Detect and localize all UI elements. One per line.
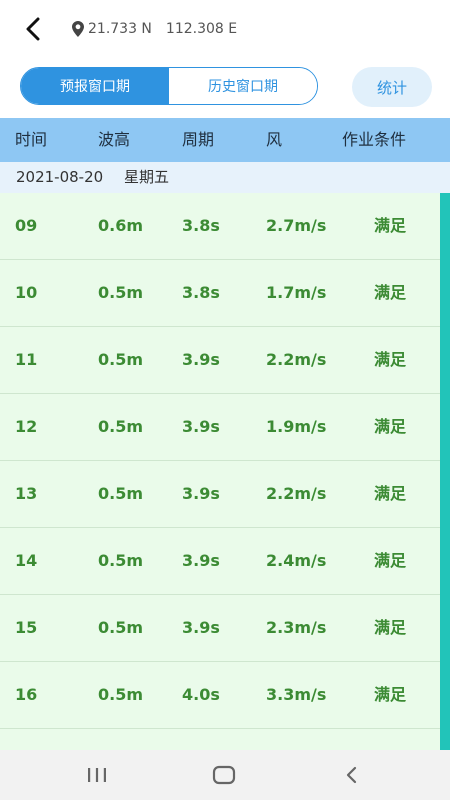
cell-time: 13 [15,484,38,503]
home-icon [212,765,236,785]
nav-back-button[interactable] [336,762,366,788]
location-pin-icon [72,20,86,38]
table-row[interactable]: 14 0.5m 3.9s 2.4m/s 满足 [0,528,440,595]
table-row[interactable]: 15 0.5m 3.9s 2.3m/s 满足 [0,595,440,662]
header-period: 周期 [182,130,215,149]
cell-wind: 3.3m/s [266,685,327,704]
cell-wave-height: 0.5m [98,417,144,436]
cell-period: 3.9s [182,484,220,503]
cell-condition: 满足 [374,417,407,436]
longitude-text: 112.308 E [165,21,238,37]
cell-wave-height: 0.5m [98,350,144,369]
cell-wave-height: 0.5m [98,685,144,704]
location-display: 21.733 N 112.308 E [72,18,237,40]
cell-time: 14 [15,551,38,570]
cell-time: 16 [15,685,38,704]
home-button[interactable] [209,762,239,788]
cell-wave-height: 0.5m [98,618,144,637]
cell-condition: 满足 [374,283,407,302]
cell-wind: 2.4m/s [266,551,327,570]
tab-history-window[interactable]: 历史窗口期 [169,68,317,104]
cell-wave-height: 0.5m [98,551,144,570]
back-button[interactable] [18,14,48,44]
header-wave-height: 波高 [98,130,131,149]
cell-wave-height: 0.5m [98,283,144,302]
cell-wind: 1.7m/s [266,283,327,302]
table-row[interactable]: 10 0.5m 3.8s 1.7m/s 满足 [0,260,440,327]
statistics-button[interactable]: 统计 [352,67,432,107]
cell-wind: 1.9m/s [266,417,327,436]
cell-time: 09 [15,216,38,235]
group-date: 2021-08-20 [16,168,104,186]
group-weekday: 星期五 [124,168,170,186]
cell-time: 12 [15,417,38,436]
cell-wind: 2.2m/s [266,484,327,503]
cell-condition: 满足 [374,685,407,704]
table-row[interactable]: 11 0.5m 3.9s 2.2m/s 满足 [0,327,440,394]
table-row[interactable]: 12 0.5m 3.9s 1.9m/s 满足 [0,394,440,461]
cell-condition: 满足 [374,484,407,503]
cell-period: 3.9s [182,417,220,436]
back-arrow-icon [26,17,40,41]
cell-condition: 满足 [374,350,407,369]
cell-wind: 2.7m/s [266,216,327,235]
table-header: 时间 波高 周期 风 作业条件 [0,118,450,162]
cell-period: 3.8s [182,283,220,302]
nav-back-icon [346,766,357,784]
cell-period: 4.0s [182,685,220,704]
table-row[interactable]: 09 0.6m 3.8s 2.7m/s 满足 [0,193,440,260]
recents-button[interactable] [82,762,112,788]
system-navigation-bar [0,750,450,800]
tab-forecast-window[interactable]: 预报窗口期 [21,68,169,104]
latitude-text: 21.733 N [88,21,152,37]
date-group-header: 2021-08-20 星期五 [0,162,450,193]
header-time: 时间 [15,130,48,149]
window-period-tabs: 预报窗口期 历史窗口期 [20,67,318,105]
cell-time: 11 [15,350,38,369]
cell-condition: 满足 [374,216,407,235]
cell-period: 3.9s [182,551,220,570]
cell-condition: 满足 [374,551,407,570]
cell-wave-height: 0.5m [98,484,144,503]
cell-wind: 2.3m/s [266,618,327,637]
cell-condition: 满足 [374,618,407,637]
header-wind: 风 [266,130,283,149]
cell-wave-height: 0.6m [98,216,144,235]
cell-period: 3.9s [182,350,220,369]
table-row[interactable]: 13 0.5m 3.9s 2.2m/s 满足 [0,461,440,528]
header-work-condition: 作业条件 [342,130,407,149]
cell-time: 10 [15,283,38,302]
cell-wind: 2.2m/s [266,350,327,369]
top-bar: 21.733 N 112.308 E [0,0,450,58]
cell-period: 3.8s [182,216,220,235]
recents-icon [88,768,106,782]
forecast-table-body: 09 0.6m 3.8s 2.7m/s 满足 10 0.5m 3.8s 1.7m… [0,193,440,750]
cell-time: 15 [15,618,38,637]
table-row[interactable] [0,729,440,750]
scrollbar[interactable] [440,193,450,750]
table-row[interactable]: 16 0.5m 4.0s 3.3m/s 满足 [0,662,440,729]
cell-period: 3.9s [182,618,220,637]
